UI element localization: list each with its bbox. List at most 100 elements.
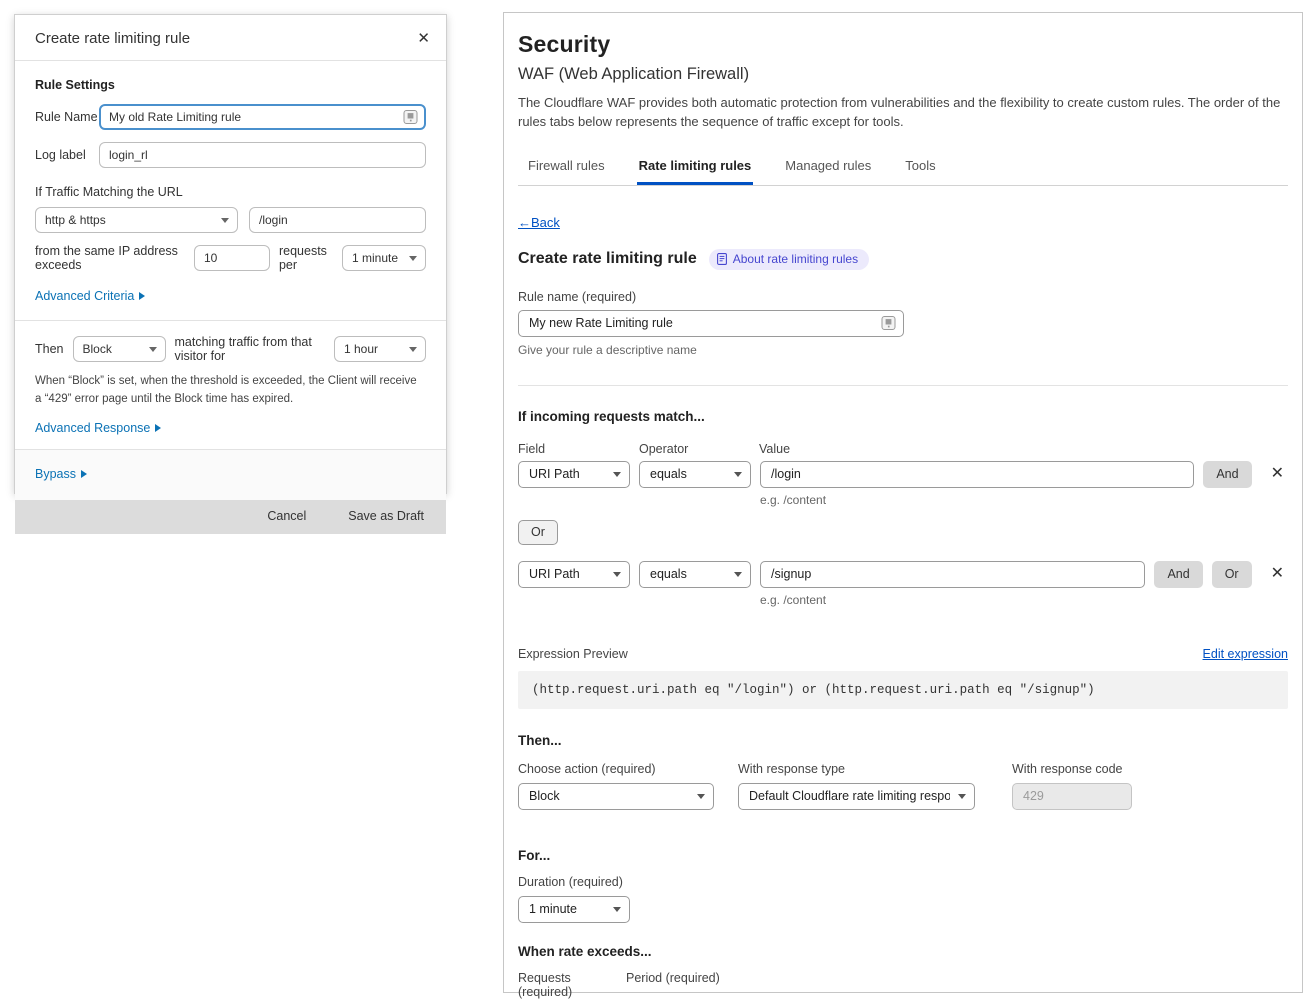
rule-name-input-wrap bbox=[518, 310, 904, 337]
field-select[interactable]: URI Path bbox=[518, 561, 630, 588]
rule-name-row: Rule Name bbox=[35, 104, 426, 130]
block-help-text: When “Block” is set, when the threshold … bbox=[35, 373, 417, 409]
page-subtitle: WAF (Web Application Firewall) bbox=[518, 65, 1288, 84]
value-input[interactable] bbox=[760, 561, 1145, 588]
and-button[interactable]: And bbox=[1154, 561, 1202, 588]
field-select[interactable]: URI Path bbox=[518, 461, 630, 488]
close-icon[interactable]: ✕ bbox=[417, 31, 430, 46]
remove-condition-icon[interactable]: ✕ bbox=[1267, 564, 1288, 584]
scheme-select[interactable]: http & https bbox=[35, 207, 238, 233]
then-heading: Then... bbox=[518, 733, 1288, 748]
log-label-row: Log label bbox=[35, 142, 426, 168]
advanced-response-link[interactable]: Advanced Response bbox=[35, 421, 161, 435]
about-rate-limiting-badge[interactable]: About rate limiting rules bbox=[709, 249, 869, 270]
rule-settings-heading: Rule Settings bbox=[35, 78, 426, 92]
field-column-label: Field bbox=[518, 442, 639, 456]
waf-tabs: Firewall rules Rate limiting rules Manag… bbox=[518, 152, 1288, 186]
period-select[interactable]: 1 minute bbox=[342, 245, 426, 271]
chevron-down-icon bbox=[613, 907, 621, 912]
url-input[interactable] bbox=[249, 207, 426, 233]
back-arrow-icon: ← bbox=[518, 215, 531, 230]
bypass-section: Bypass bbox=[15, 449, 446, 500]
ban-duration-select[interactable]: 1 hour bbox=[334, 336, 426, 362]
duration-select[interactable]: 1 minute bbox=[518, 896, 630, 923]
choose-action-value: Block bbox=[529, 789, 560, 803]
ban-duration-value: 1 hour bbox=[344, 342, 378, 356]
divider bbox=[15, 320, 446, 321]
dialog-footer: Cancel Save as Draft bbox=[15, 500, 446, 534]
operator-select[interactable]: equals bbox=[639, 561, 751, 588]
chevron-down-icon bbox=[613, 472, 621, 477]
condition-row: URI Path equals And Or ✕ bbox=[518, 561, 1288, 588]
condition-column-labels: Field Operator Value bbox=[518, 442, 1288, 456]
disclosure-triangle-icon bbox=[81, 470, 87, 478]
dialog-body: Rule Settings Rule Name Log label If Tra… bbox=[15, 61, 446, 437]
tab-managed-rules[interactable]: Managed rules bbox=[783, 152, 873, 185]
action-select[interactable]: Block bbox=[73, 336, 166, 362]
advanced-criteria-link[interactable]: Advanced Criteria bbox=[35, 289, 145, 303]
divider bbox=[518, 385, 1288, 386]
duration-label: Duration (required) bbox=[518, 875, 1288, 889]
or-connector-button[interactable]: Or bbox=[518, 520, 558, 545]
period-select-value: 1 minute bbox=[352, 251, 398, 265]
exceeds-text: from the same IP address exceeds bbox=[35, 244, 185, 272]
expression-preview-box: (http.request.uri.path eq "/login") or (… bbox=[518, 671, 1288, 709]
page-description: The Cloudflare WAF provides both automat… bbox=[518, 94, 1288, 132]
choose-action-select[interactable]: Block bbox=[518, 783, 714, 810]
document-icon bbox=[717, 253, 727, 265]
then-text: Then bbox=[35, 342, 64, 356]
rule-name-label: Rule Name bbox=[35, 110, 99, 124]
rule-name-label: Rule name (required) bbox=[518, 290, 1288, 304]
choose-action-label: Choose action (required) bbox=[518, 762, 714, 776]
log-label-input[interactable] bbox=[99, 142, 426, 168]
advanced-criteria-label: Advanced Criteria bbox=[35, 289, 134, 303]
requests-count-input[interactable] bbox=[194, 245, 270, 271]
tab-tools[interactable]: Tools bbox=[903, 152, 937, 185]
chevron-down-icon bbox=[409, 256, 417, 261]
cancel-button[interactable]: Cancel bbox=[267, 509, 306, 523]
response-code-label: With response code bbox=[1012, 762, 1132, 776]
operator-select[interactable]: equals bbox=[639, 461, 751, 488]
value-hint: e.g. /content bbox=[760, 593, 1288, 607]
period-label: Period (required) bbox=[626, 971, 720, 999]
chevron-down-icon bbox=[613, 572, 621, 577]
response-code-input bbox=[1012, 783, 1132, 810]
save-as-draft-button[interactable]: Save as Draft bbox=[348, 509, 424, 523]
or-button[interactable]: Or bbox=[1212, 561, 1252, 588]
create-rate-limiting-rule-dialog: Create rate limiting rule ✕ Rule Setting… bbox=[14, 14, 447, 494]
field-select-value: URI Path bbox=[529, 567, 580, 581]
response-type-select[interactable]: Default Cloudflare rate limiting respons… bbox=[738, 783, 975, 810]
back-link[interactable]: ←Back bbox=[518, 215, 560, 230]
page-title: Security bbox=[518, 31, 1288, 58]
rate-heading: When rate exceeds... bbox=[518, 944, 1288, 959]
rule-name-hint: Give your rule a descriptive name bbox=[518, 343, 1288, 357]
and-button[interactable]: And bbox=[1203, 461, 1251, 488]
requests-per-text: requests per bbox=[279, 244, 333, 272]
action-select-value: Block bbox=[83, 342, 112, 356]
operator-select-value: equals bbox=[650, 467, 687, 481]
operator-select-value: equals bbox=[650, 567, 687, 581]
url-match-row: http & https bbox=[35, 207, 426, 233]
tab-firewall-rules[interactable]: Firewall rules bbox=[526, 152, 607, 185]
chevron-down-icon bbox=[221, 218, 229, 223]
response-type-label: With response type bbox=[738, 762, 975, 776]
rule-name-input[interactable] bbox=[518, 310, 904, 337]
tab-rate-limiting-rules[interactable]: Rate limiting rules bbox=[637, 152, 754, 185]
for-heading: For... bbox=[518, 848, 1288, 863]
edit-expression-link[interactable]: Edit expression bbox=[1203, 647, 1288, 661]
remove-condition-icon[interactable]: ✕ bbox=[1267, 464, 1288, 484]
value-hint: e.g. /content bbox=[760, 493, 1288, 507]
bypass-label: Bypass bbox=[35, 467, 76, 481]
about-badge-label: About rate limiting rules bbox=[733, 252, 858, 266]
matching-text: matching traffic from that visitor for bbox=[175, 335, 326, 363]
value-input[interactable] bbox=[760, 461, 1194, 488]
traffic-matching-heading: If Traffic Matching the URL bbox=[35, 185, 426, 199]
back-label: Back bbox=[531, 215, 560, 230]
response-type-value: Default Cloudflare rate limiting respons… bbox=[749, 789, 950, 803]
condition-row: URI Path equals And ✕ bbox=[518, 461, 1288, 488]
rule-name-input[interactable] bbox=[99, 104, 426, 130]
disclosure-triangle-icon bbox=[155, 424, 161, 432]
rule-name-input-wrap bbox=[99, 104, 426, 130]
chevron-down-icon bbox=[734, 572, 742, 577]
bypass-link[interactable]: Bypass bbox=[35, 467, 87, 481]
